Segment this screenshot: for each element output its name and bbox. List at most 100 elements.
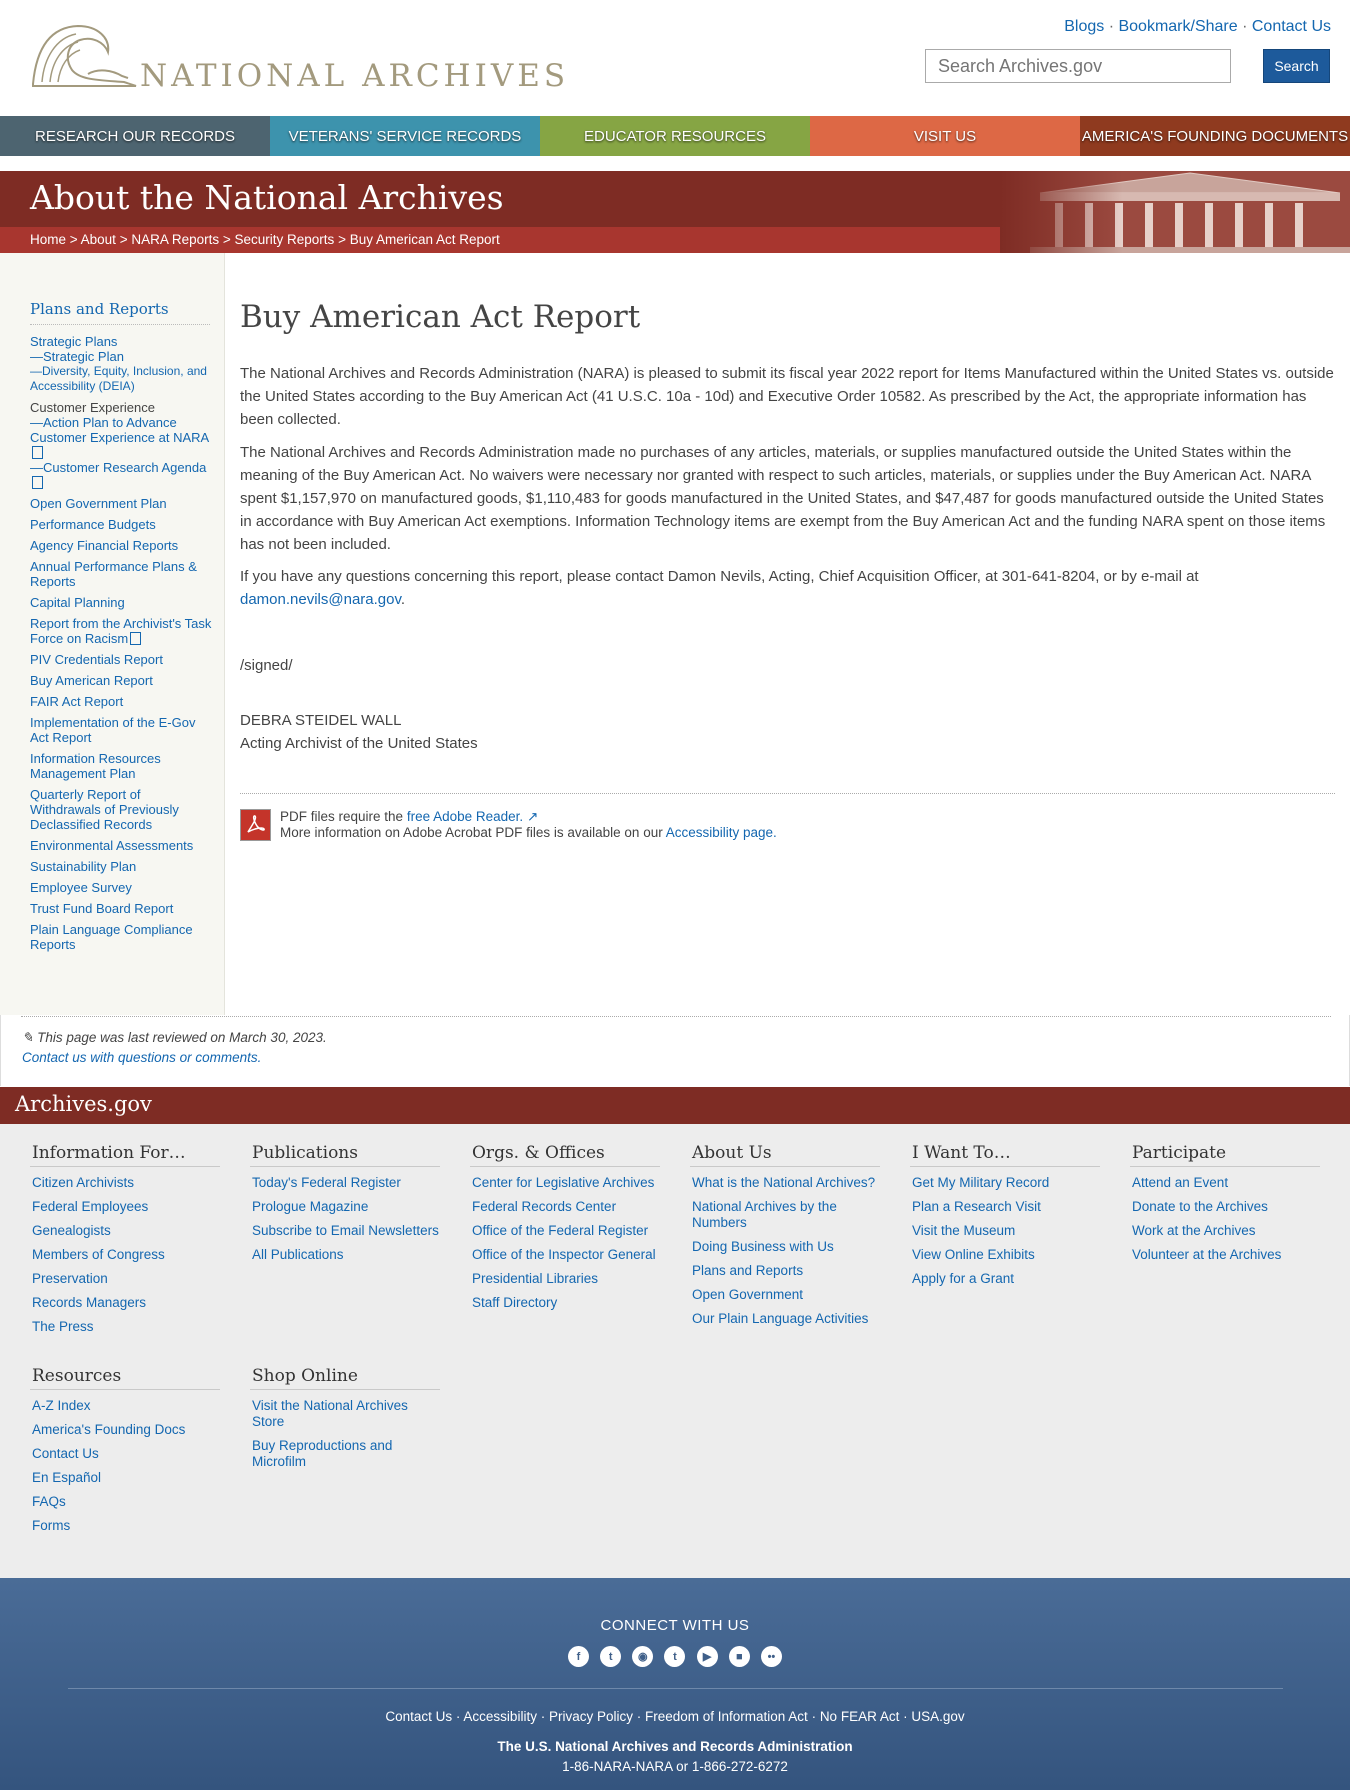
sidebar-item-strategic-plan[interactable]: —Strategic Plan (30, 349, 212, 364)
sidebar-item-employee-survey[interactable]: Employee Survey (30, 880, 212, 895)
footer-link[interactable]: Doing Business with Us (690, 1239, 880, 1255)
sidebar-item-buy-american-report[interactable]: Buy American Report (30, 673, 212, 688)
sidebar-item-fair-act-report[interactable]: FAIR Act Report (30, 694, 212, 709)
national-archives-logo[interactable]: NATIONAL ARCHIVES (28, 22, 565, 94)
nav-veterans-service-records[interactable]: VETERANS' SERVICE RECORDS (270, 116, 540, 156)
sidebar-item-strategic-plans[interactable]: Strategic Plans (30, 334, 212, 349)
sidebar-item-annual-performance-plans[interactable]: Annual Performance Plans & Reports (30, 559, 212, 589)
footer-brand[interactable]: Archives.gov (15, 1092, 152, 1116)
sidebar-item-open-government-plan[interactable]: Open Government Plan (30, 496, 212, 511)
footer-link[interactable]: Visit the Museum (910, 1223, 1100, 1239)
contact-us-link[interactable]: Contact Us (1252, 18, 1331, 35)
footer-link[interactable]: Genealogists (30, 1223, 220, 1239)
footer-bar: Archives.gov (0, 1087, 1350, 1124)
nav-founding-documents[interactable]: AMERICA'S FOUNDING DOCUMENTS (1080, 116, 1350, 156)
footer-link[interactable]: En Español (30, 1470, 220, 1486)
footer-link[interactable]: Forms (30, 1518, 220, 1534)
breadcrumb-nara-reports[interactable]: NARA Reports (131, 232, 219, 247)
breadcrumb-home[interactable]: Home (30, 232, 66, 247)
sidebar-item-cx-action-plan[interactable]: —Action Plan to Advance Customer Experie… (30, 415, 212, 460)
nav-educator-resources[interactable]: EDUCATOR RESOURCES (540, 116, 810, 156)
flickr-icon[interactable]: •• (760, 1646, 782, 1667)
email-link[interactable]: damon.nevils@nara.gov (240, 591, 401, 608)
footer-link[interactable]: FAQs (30, 1494, 220, 1510)
nav-visit-us[interactable]: VISIT US (810, 116, 1080, 156)
sidebar-item-task-force-on-racism[interactable]: Report from the Archivist's Task Force o… (30, 616, 212, 646)
footer-link[interactable]: National Archives by the Numbers (690, 1199, 880, 1231)
blog-icon[interactable]: ■ (728, 1646, 750, 1667)
footer-link[interactable]: Presidential Libraries (470, 1271, 660, 1287)
sidebar-item-e-gov-act[interactable]: Implementation of the E-Gov Act Report (30, 715, 212, 745)
footer-link[interactable]: Center for Legislative Archives (470, 1175, 660, 1191)
breadcrumb-about[interactable]: About (81, 232, 116, 247)
footer-link[interactable]: Office of the Inspector General (470, 1247, 660, 1263)
footer-link[interactable]: Preservation (30, 1271, 220, 1287)
footer-link[interactable]: Federal Records Center (470, 1199, 660, 1215)
footer-link[interactable]: Work at the Archives (1130, 1223, 1320, 1239)
contact-us-comments-link[interactable]: Contact us with questions or comments. (22, 1050, 261, 1065)
footer-link[interactable]: Staff Directory (470, 1295, 660, 1311)
footer-link[interactable]: Our Plain Language Activities (690, 1311, 880, 1327)
footer-link[interactable]: Federal Employees (30, 1199, 220, 1215)
bookmark-share-link[interactable]: Bookmark/Share (1118, 18, 1237, 35)
footer-link[interactable]: Today's Federal Register (250, 1175, 440, 1191)
sidebar-item-deia[interactable]: —Diversity, Equity, Inclusion, and Acces… (30, 364, 212, 394)
sidebar-title[interactable]: Plans and Reports (30, 300, 210, 325)
footer-link[interactable]: Office of the Federal Register (470, 1223, 660, 1239)
footer-link[interactable]: A-Z Index (30, 1398, 220, 1414)
search-button[interactable]: Search (1263, 49, 1330, 83)
tumblr-icon[interactable]: t (664, 1646, 686, 1667)
sidebar-item-irm-plan[interactable]: Information Resources Management Plan (30, 751, 212, 781)
footer-link[interactable]: Apply for a Grant (910, 1271, 1100, 1287)
connect-title: CONNECT WITH US (600, 1617, 750, 1634)
sidebar-item-sustainability-plan[interactable]: Sustainability Plan (30, 859, 212, 874)
sidebar-item-agency-financial-reports[interactable]: Agency Financial Reports (30, 538, 212, 553)
footer-link[interactable]: Prologue Magazine (250, 1199, 440, 1215)
nav-research-our-records[interactable]: RESEARCH OUR RECORDS (0, 116, 270, 156)
legal-contact-us-link[interactable]: Contact Us (385, 1709, 452, 1724)
footer-link[interactable]: Open Government (690, 1287, 880, 1303)
sidebar-item-environmental-assessments[interactable]: Environmental Assessments (30, 838, 212, 853)
footer-link[interactable]: Volunteer at the Archives (1130, 1247, 1320, 1263)
footer-link[interactable]: Contact Us (30, 1446, 220, 1462)
footer-link[interactable]: All Publications (250, 1247, 440, 1263)
sidebar-item-customer-research-agenda[interactable]: —Customer Research Agenda (30, 460, 212, 490)
legal-accessibility-link[interactable]: Accessibility (463, 1709, 537, 1724)
sidebar-item-trust-fund-board[interactable]: Trust Fund Board Report (30, 901, 212, 916)
legal-foia-link[interactable]: Freedom of Information Act (645, 1709, 808, 1724)
footer-link[interactable]: Records Managers (30, 1295, 220, 1311)
legal-privacy-link[interactable]: Privacy Policy (549, 1709, 633, 1724)
footer-link[interactable]: Members of Congress (30, 1247, 220, 1263)
footer-link[interactable]: The Press (30, 1319, 220, 1335)
sidebar-item-performance-budgets[interactable]: Performance Budgets (30, 517, 212, 532)
sidebar-list: Strategic Plans —Strategic Plan —Diversi… (30, 334, 212, 958)
footer-link[interactable]: Plan a Research Visit (910, 1199, 1100, 1215)
twitter-icon[interactable]: t (600, 1646, 622, 1667)
youtube-icon[interactable]: ▶ (696, 1646, 718, 1667)
section-title: About the National Archives (30, 178, 504, 217)
footer-link[interactable]: Donate to the Archives (1130, 1199, 1320, 1215)
footer-link[interactable]: America's Founding Docs (30, 1422, 220, 1438)
footer-link[interactable]: Subscribe to Email Newsletters (250, 1223, 440, 1239)
footer-link[interactable]: Visit the National Archives Store (250, 1398, 440, 1430)
instagram-icon[interactable]: ◉ (632, 1646, 654, 1667)
footer-link[interactable]: Get My Military Record (910, 1175, 1100, 1191)
footer-link[interactable]: What is the National Archives? (690, 1175, 880, 1191)
legal-no-fear-link[interactable]: No FEAR Act (820, 1709, 900, 1724)
footer-link[interactable]: Attend an Event (1130, 1175, 1320, 1191)
sidebar-item-piv-credentials[interactable]: PIV Credentials Report (30, 652, 212, 667)
footer-link[interactable]: Plans and Reports (690, 1263, 880, 1279)
sidebar-item-plain-language[interactable]: Plain Language Compliance Reports (30, 922, 212, 952)
footer-link[interactable]: Buy Reproductions and Microfilm (250, 1438, 440, 1470)
sidebar-item-capital-planning[interactable]: Capital Planning (30, 595, 212, 610)
footer-link[interactable]: Citizen Archivists (30, 1175, 220, 1191)
adobe-reader-link[interactable]: free Adobe Reader. (407, 809, 523, 824)
legal-usa-gov-link[interactable]: USA.gov (911, 1709, 964, 1724)
blogs-link[interactable]: Blogs (1064, 18, 1104, 35)
facebook-icon[interactable]: f (568, 1646, 589, 1667)
accessibility-page-link[interactable]: Accessibility page. (666, 825, 777, 840)
footer-link[interactable]: View Online Exhibits (910, 1247, 1100, 1263)
search-input[interactable] (925, 49, 1231, 83)
breadcrumb-security-reports[interactable]: Security Reports (235, 232, 335, 247)
sidebar-item-quarterly-withdrawals[interactable]: Quarterly Report of Withdrawals of Previ… (30, 787, 212, 832)
